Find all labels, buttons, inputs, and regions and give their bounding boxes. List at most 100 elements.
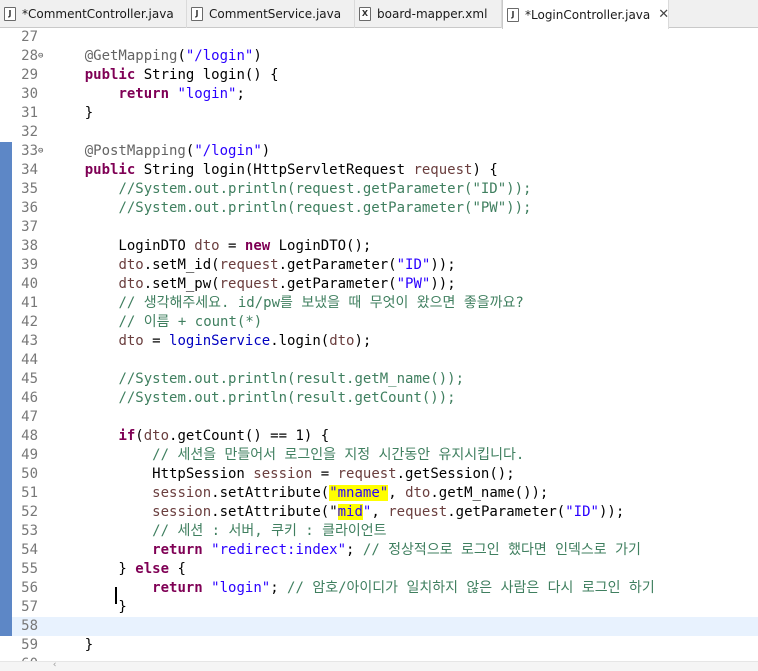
code-line[interactable]: 41 // 생각해주세요. id/pw를 보냈을 때 무엇이 왔으면 좋을까요? bbox=[0, 294, 758, 313]
code-token: "login" bbox=[211, 580, 271, 596]
code-token: .setAttribute( bbox=[211, 504, 330, 520]
code-line[interactable]: 52 session.setAttribute("mid", request.g… bbox=[0, 503, 758, 522]
code-token: @GetMapping bbox=[84, 48, 178, 64]
code-line[interactable]: 36 //System.out.println(request.getParam… bbox=[0, 199, 758, 218]
code-token: = bbox=[219, 238, 245, 254]
code-line[interactable]: 38 LoginDTO dto = new LoginDTO(); bbox=[0, 237, 758, 256]
code-token: if bbox=[118, 428, 136, 444]
code-token: .getParameter( bbox=[447, 504, 566, 520]
code-text: //System.out.println(request.getParamete… bbox=[51, 199, 531, 218]
fold-collapse-icon[interactable]: ⊖ bbox=[38, 47, 48, 66]
code-line[interactable]: 48 if(dto.getCount() == 1) { bbox=[0, 427, 758, 446]
code-line[interactable]: 50 HttpSession session = request.getSess… bbox=[0, 465, 758, 484]
code-line[interactable]: 30 return "login"; bbox=[0, 85, 758, 104]
code-token: ) { bbox=[472, 162, 498, 178]
code-token: // 정상적으로 로그인 했다면 인덱스로 가기 bbox=[362, 542, 641, 558]
quick-diff-marker bbox=[0, 541, 12, 560]
code-line[interactable]: 27 bbox=[0, 28, 758, 47]
code-token: // 이름 + count(*) bbox=[118, 314, 263, 330]
scroll-left-icon[interactable]: ‹ bbox=[52, 660, 57, 670]
code-line[interactable]: 39 dto.setM_id(request.getParameter("ID"… bbox=[0, 256, 758, 275]
code-editor[interactable]: 27 28 ⊖ @GetMapping("/login") 29 public Str… bbox=[0, 28, 758, 661]
code-line[interactable]: 49 // 세션을 만들어서 로그인을 지정 시간동안 유지시킵니다. bbox=[0, 446, 758, 465]
code-line[interactable]: 40 dto.setM_pw(request.getParameter("PW"… bbox=[0, 275, 758, 294]
tab-comment-service[interactable]: J CommentService.java bbox=[187, 0, 355, 28]
code-token: } bbox=[51, 105, 94, 121]
tab-login-controller[interactable]: J *LoginController.java ✕ bbox=[502, 0, 669, 29]
code-line[interactable]: 46 //System.out.println(result.getCount(… bbox=[0, 389, 758, 408]
code-line[interactable]: 35 //System.out.println(request.getParam… bbox=[0, 180, 758, 199]
line-number: 45 bbox=[21, 371, 38, 387]
line-number: 31 bbox=[21, 105, 38, 121]
line-number: 53 bbox=[21, 523, 38, 539]
code-token: .getSession(); bbox=[396, 466, 515, 482]
quick-diff-marker bbox=[0, 332, 12, 351]
code-line[interactable]: 29 public String login() { bbox=[0, 66, 758, 85]
line-number: 52 bbox=[21, 504, 38, 520]
code-token: ) bbox=[261, 143, 271, 159]
code-token: "ID" bbox=[565, 504, 599, 520]
java-file-icon: J bbox=[4, 7, 16, 21]
fold-collapse-icon[interactable]: ⊖ bbox=[38, 142, 48, 161]
code-token: // 세션을 만들어서 로그인을 지정 시간동안 유지시킵니다. bbox=[152, 447, 525, 463]
horizontal-scrollbar[interactable]: ‹ bbox=[0, 660, 758, 671]
code-line[interactable]: 44 bbox=[0, 351, 758, 370]
code-token: .setAttribute( bbox=[211, 485, 330, 501]
code-token: request bbox=[219, 257, 279, 273]
code-line[interactable]: 47 bbox=[0, 408, 758, 427]
code-token: HttpSession bbox=[51, 466, 254, 482]
code-line[interactable]: 59 } bbox=[0, 636, 758, 655]
code-token: session bbox=[253, 466, 313, 482]
code-text: @PostMapping("/login") bbox=[51, 142, 270, 161]
code-token: session bbox=[152, 485, 212, 501]
code-line[interactable]: 45 //System.out.println(result.getM_name… bbox=[0, 370, 758, 389]
tab-label: board-mapper.xml bbox=[377, 7, 488, 21]
quick-diff-marker bbox=[0, 161, 12, 180]
code-line[interactable]: 31 } bbox=[0, 104, 758, 123]
line-number: 48 bbox=[21, 428, 38, 444]
code-text: dto.setM_pw(request.getParameter("PW")); bbox=[51, 275, 455, 294]
code-token: // 생각해주세요. id/pw를 보냈을 때 무엇이 왔으면 좋을까요? bbox=[118, 295, 524, 311]
tab-board-mapper[interactable]: X board-mapper.xml bbox=[355, 0, 502, 28]
line-number: 41 bbox=[21, 295, 38, 311]
quick-diff-marker bbox=[0, 617, 12, 636]
close-icon[interactable]: ✕ bbox=[658, 7, 669, 22]
code-line[interactable]: 28 ⊖ @GetMapping("/login") bbox=[0, 47, 758, 66]
code-line[interactable]: 34 public String login(HttpServletReques… bbox=[0, 161, 758, 180]
code-text: //System.out.println(result.getCount()); bbox=[51, 389, 455, 408]
code-line[interactable]: 32 bbox=[0, 123, 758, 142]
code-token: // 암호/아이디가 일치하지 않은 사람은 다시 로그인 하기 bbox=[287, 580, 655, 596]
code-line[interactable]: 43 dto = loginService.login(dto); bbox=[0, 332, 758, 351]
line-number: 47 bbox=[21, 409, 38, 425]
code-line[interactable]: 54 return "redirect:index"; // 정상적으로 로그인… bbox=[0, 541, 758, 560]
code-line[interactable]: 56 return "login"; // 암호/아이디가 일치하지 않은 사람… bbox=[0, 579, 758, 598]
code-text: return "login"; // 암호/아이디가 일치하지 않은 사람은 다… bbox=[51, 579, 655, 598]
code-line[interactable]: 58 bbox=[0, 617, 758, 636]
code-token: = bbox=[312, 466, 338, 482]
code-line[interactable]: 57 } bbox=[0, 598, 758, 617]
tab-comment-controller[interactable]: J *CommentController.java bbox=[0, 0, 187, 28]
code-token: ); bbox=[354, 333, 372, 349]
quick-diff-marker bbox=[0, 503, 12, 522]
code-text: // 세션 : 서버, 쿠키 : 클라이언트 bbox=[51, 522, 386, 541]
tab-label: *LoginController.java bbox=[525, 7, 651, 22]
code-line[interactable]: 37 bbox=[0, 218, 758, 237]
code-line[interactable]: 42 // 이름 + count(*) bbox=[0, 313, 758, 332]
code-line[interactable]: 51 session.setAttribute("mname", dto.get… bbox=[0, 484, 758, 503]
quick-diff-marker bbox=[0, 275, 12, 294]
code-line[interactable]: 33 ⊖ @PostMapping("/login") bbox=[0, 142, 758, 161]
line-number: 36 bbox=[21, 200, 38, 216]
code-line[interactable]: 53 // 세션 : 서버, 쿠키 : 클라이언트 bbox=[0, 522, 758, 541]
code-text: // 세션을 만들어서 로그인을 지정 시간동안 유지시킵니다. bbox=[51, 446, 524, 465]
code-line[interactable]: 55 } else { bbox=[0, 560, 758, 579]
quick-diff-marker bbox=[0, 408, 12, 427]
quick-diff-marker bbox=[0, 370, 12, 389]
code-token: @PostMapping bbox=[84, 143, 186, 159]
line-number: 39 bbox=[21, 257, 38, 273]
code-text: // 생각해주세요. id/pw를 보냈을 때 무엇이 왔으면 좋을까요? bbox=[51, 294, 524, 313]
